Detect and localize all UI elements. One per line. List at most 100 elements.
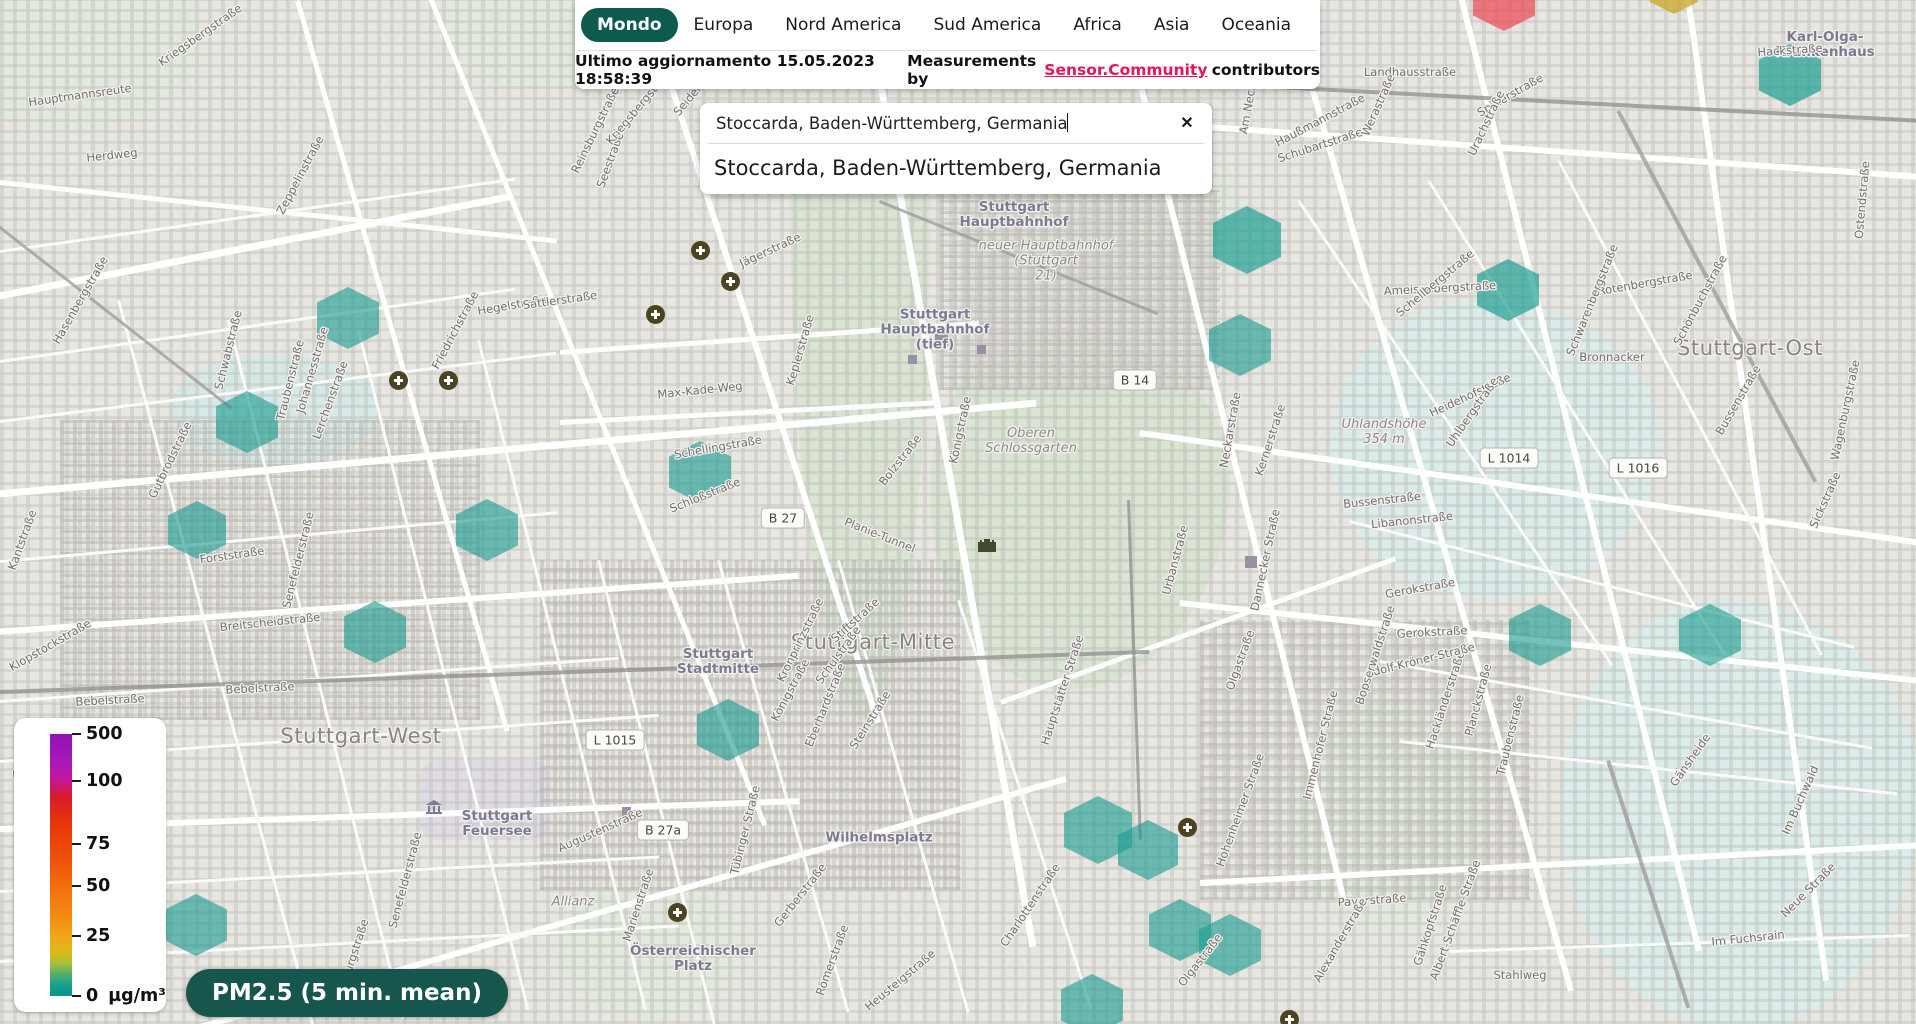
measurements-by-label: Measurements by <box>907 52 1037 88</box>
map-street-label: Hasenbergstraße <box>49 253 111 347</box>
legend-tick: 0 µg/m³ <box>72 986 166 1006</box>
map-street-label: Königstraße <box>767 656 813 724</box>
map-street-label: Jägerstraße <box>737 229 803 271</box>
map-street-label: Seestraße <box>593 130 627 190</box>
poi-marker[interactable] <box>439 371 458 390</box>
poi-marker[interactable] <box>668 903 687 922</box>
tab-oceania[interactable]: Oceania <box>1205 8 1307 42</box>
sensor-hexagon[interactable] <box>1209 314 1271 376</box>
map-street-label: Wagenburgstraße <box>1827 358 1863 462</box>
map-street-label: Heidehofstraße <box>1427 370 1513 420</box>
sensor-hexagon[interactable] <box>1679 604 1741 666</box>
legend-tick: 75 <box>72 834 110 854</box>
sensor-hexagon[interactable] <box>697 699 759 761</box>
map-street-label: Rotenbergstraße <box>1596 267 1694 299</box>
poi-square <box>1245 556 1257 568</box>
sensor-hexagon[interactable] <box>1473 0 1535 31</box>
map-street-label: Traubenstraße <box>1493 693 1527 777</box>
map-street-label: Werastraße <box>1358 71 1398 139</box>
castle-icon <box>978 539 996 552</box>
map-street-label: Zeppelinstraße <box>273 133 327 217</box>
tab-africa[interactable]: Africa <box>1057 8 1138 42</box>
sensor-community-link[interactable]: Sensor.Community <box>1044 61 1207 79</box>
map-street-label: Immenhofer Straße <box>1299 689 1341 801</box>
map-street-label: Haußmannstraße <box>1272 90 1368 150</box>
map-street-label: Libanonstraße <box>1370 508 1454 532</box>
tab-asia[interactable]: Asia <box>1138 8 1206 42</box>
tick-line <box>72 934 81 937</box>
sensor-hexagon[interactable] <box>1759 44 1821 106</box>
text-caret <box>1067 113 1069 132</box>
map-street-label: Königstraße <box>946 395 974 465</box>
tick-label: 100 <box>86 771 123 792</box>
sensor-hexagon[interactable] <box>669 441 731 503</box>
map-street-label: Stahlweg <box>1493 968 1547 982</box>
highway-shield: B 27 <box>760 507 806 529</box>
map-area-green <box>0 0 200 130</box>
tab-nord-america[interactable]: Nord America <box>769 8 917 42</box>
map-street-label: Schulstraße <box>812 623 864 687</box>
sensor-hexagon[interactable] <box>317 287 379 349</box>
legend-panel: 500 100 75 50 25 0 µg/m³ <box>14 718 166 1012</box>
map-street-label: Senefelderstraße <box>279 510 317 610</box>
map-street-label: Payerstraße <box>1337 890 1407 910</box>
map-street-label: Olgastraße <box>1222 627 1258 693</box>
map-street-label: Uhlbergstraße <box>1442 374 1502 450</box>
map-street-label: Stiftstraße <box>828 594 882 646</box>
poi-marker[interactable] <box>646 305 665 324</box>
map-street-label: Neue Straße <box>1777 859 1839 921</box>
sensor-hexagon[interactable] <box>456 499 518 561</box>
map-street-label: Bebelstraße <box>75 691 145 709</box>
map-street-label: Senefelderstraße <box>385 830 425 930</box>
map-street-label: Marienstraße <box>619 866 657 944</box>
sensor-hexagon[interactable] <box>1650 0 1698 14</box>
map-street-label: Kriegsbergstraße <box>155 0 245 70</box>
map-place-label: Stuttgart-Mitte <box>790 630 956 654</box>
map-street-label: Herdweg <box>85 145 139 165</box>
tab-mondo[interactable]: Mondo <box>581 8 678 42</box>
highway-shield: L 1015 <box>585 729 645 751</box>
sensor-hexagon[interactable] <box>344 601 406 663</box>
poi-marker[interactable] <box>1178 818 1197 837</box>
search-suggestion-item[interactable]: Stoccarda, Baden-Württemberg, Germania <box>700 144 1212 194</box>
tick-label: 75 <box>86 834 111 855</box>
sensor-hexagon[interactable] <box>1477 259 1539 321</box>
sensor-hexagon[interactable] <box>165 894 227 956</box>
poi-square <box>977 345 986 354</box>
sensor-hexagon[interactable] <box>168 501 226 559</box>
map-place-label: Stuttgart-Ost <box>1676 336 1824 360</box>
sensor-hexagon[interactable] <box>216 391 278 453</box>
tab-sud-america[interactable]: Sud America <box>917 8 1057 42</box>
map-street-label: Hauptmannsreute <box>27 80 133 110</box>
continent-tabs: Mondo Europa Nord America Sud America Africa… <box>575 0 1320 50</box>
map-poi-label: Allianz <box>551 894 595 910</box>
map-poi-label: Stuttgart Feuersee <box>461 808 533 839</box>
poi-marker[interactable] <box>691 241 710 260</box>
map-street-label: Im Buchwald <box>1778 763 1822 837</box>
map-street-label: Gerokstraße <box>1383 574 1457 602</box>
color-scale-ticks: 500 100 75 50 25 0 µg/m³ <box>72 718 166 1012</box>
sensor-hexagon[interactable] <box>1509 604 1571 666</box>
map-street-label: Bopserwaldstraße <box>1352 603 1398 707</box>
map-poi-label: Stuttgart Hauptbahnhof (tief) <box>880 306 990 353</box>
map-area-green <box>560 880 740 1020</box>
tab-europa[interactable]: Europa <box>678 8 770 42</box>
map-street-label: Schubartstraße <box>1275 124 1365 166</box>
map-street-label: Albert-Schäffle-Straße <box>1426 857 1484 983</box>
last-update-bar: Ultimo aggiornamento 15.05.2023 18:58:39… <box>575 51 1320 89</box>
sensor-hexagon[interactable] <box>1061 974 1123 1024</box>
poi-marker[interactable] <box>721 272 740 291</box>
poi-marker[interactable] <box>1280 1010 1299 1024</box>
search-input[interactable] <box>714 112 1176 134</box>
map-poi-label: neuer Hauptbahnhof (Stuttgart 21) <box>978 238 1114 284</box>
map-poi-label: Oberen Schlossgarten <box>985 426 1077 456</box>
map-area-green <box>1290 700 1490 930</box>
clear-search-icon[interactable]: ✕ <box>1176 112 1198 134</box>
map-street-label: Schwabstraße <box>211 308 245 392</box>
map-street-label: Hackländerstraße <box>1422 649 1468 751</box>
poi-marker[interactable] <box>389 371 408 390</box>
sensor-hexagon[interactable] <box>1213 206 1281 274</box>
search-row: ✕ <box>700 103 1212 143</box>
map-street-label: Johannesstraße <box>293 325 331 415</box>
map-street-label: Hauptstätter Straße <box>1037 633 1087 747</box>
